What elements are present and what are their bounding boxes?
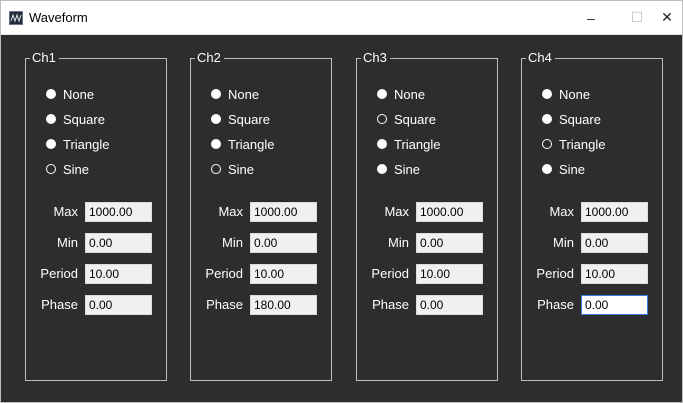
radio-label: None [394,86,426,102]
radio-label: Square [394,111,436,127]
period-label: Period [371,266,409,281]
phase-input[interactable] [581,295,648,315]
phase-label: Phase [41,297,78,312]
channel-group-2: Ch2 None Square Triangle Sine Max Min Pe… [190,50,332,381]
period-input[interactable] [581,264,648,284]
min-input[interactable] [250,233,317,253]
radio-label: Triangle [228,136,275,152]
radio-indicator [542,89,552,99]
radio-square[interactable]: Square [211,110,270,128]
radio-triangle[interactable]: Triangle [46,135,109,153]
radio-indicator [542,114,552,124]
radio-none[interactable]: None [377,85,425,103]
radio-label: None [63,86,95,102]
channel-group-4: Ch4 None Square Triangle Sine Max Min Pe… [521,50,663,381]
waveform-app-icon [9,11,23,25]
period-input[interactable] [416,264,483,284]
radio-label: None [228,86,260,102]
window-title: Waveform [29,10,88,25]
radio-label: None [559,86,591,102]
group-title: Ch2 [195,50,224,66]
channel-group-1: Ch1 None Square Triangle Sine Max Min Pe… [25,50,167,381]
max-label: Max [384,204,409,219]
radio-indicator [211,139,221,149]
radio-none[interactable]: None [211,85,259,103]
radio-square[interactable]: Square [542,110,601,128]
radio-triangle[interactable]: Triangle [377,135,440,153]
radio-triangle[interactable]: Triangle [211,135,274,153]
phase-label: Phase [537,297,574,312]
title-bar[interactable]: Waveform – ☐ ✕ [1,1,682,35]
radio-label: Sine [228,161,255,177]
radio-indicator [46,89,56,99]
radio-none[interactable]: None [46,85,94,103]
min-label: Min [57,235,78,250]
maximize-icon: ☐ [630,9,644,25]
radio-indicator [46,114,56,124]
radio-indicator [377,114,387,124]
phase-input[interactable] [85,295,152,315]
max-label: Max [53,204,78,219]
radio-indicator [211,114,221,124]
group-title: Ch1 [30,50,59,66]
min-input[interactable] [85,233,152,253]
radio-indicator [377,139,387,149]
channel-group-3: Ch3 None Square Triangle Sine Max Min Pe… [356,50,498,381]
radio-indicator [377,89,387,99]
minimize-button[interactable]: – [568,1,614,34]
phase-input[interactable] [416,295,483,315]
max-input[interactable] [416,202,483,222]
close-button[interactable]: ✕ [649,1,683,34]
radio-square[interactable]: Square [377,110,436,128]
phase-input[interactable] [250,295,317,315]
radio-square[interactable]: Square [46,110,105,128]
max-label: Max [218,204,243,219]
phase-label: Phase [206,297,243,312]
radio-label: Triangle [559,136,606,152]
close-icon: ✕ [661,9,673,25]
min-label: Min [388,235,409,250]
radio-label: Sine [63,161,90,177]
radio-label: Triangle [63,136,110,152]
channel-panel: Ch1 None Square Triangle Sine Max Min Pe… [1,35,682,402]
radio-label: Sine [394,161,421,177]
min-input[interactable] [416,233,483,253]
radio-sine[interactable]: Sine [377,160,420,178]
group-title: Ch4 [526,50,555,66]
radio-indicator [542,164,552,174]
minimize-icon: – [587,9,595,26]
max-label: Max [549,204,574,219]
radio-label: Sine [559,161,586,177]
group-title: Ch3 [361,50,390,66]
min-label: Min [553,235,574,250]
period-label: Period [536,266,574,281]
radio-label: Square [63,111,105,127]
radio-label: Square [559,111,601,127]
period-input[interactable] [85,264,152,284]
radio-none[interactable]: None [542,85,590,103]
min-label: Min [222,235,243,250]
radio-sine[interactable]: Sine [542,160,585,178]
radio-indicator [542,139,552,149]
max-input[interactable] [581,202,648,222]
radio-indicator [377,164,387,174]
radio-indicator [46,164,56,174]
min-input[interactable] [581,233,648,253]
period-label: Period [205,266,243,281]
radio-label: Square [228,111,270,127]
radio-triangle[interactable]: Triangle [542,135,605,153]
radio-indicator [46,139,56,149]
period-input[interactable] [250,264,317,284]
phase-label: Phase [372,297,409,312]
max-input[interactable] [85,202,152,222]
radio-indicator [211,164,221,174]
max-input[interactable] [250,202,317,222]
radio-sine[interactable]: Sine [211,160,254,178]
radio-label: Triangle [394,136,441,152]
period-label: Period [40,266,78,281]
waveform-window: Waveform – ☐ ✕ Ch1 None Square Triangle … [0,0,683,403]
radio-sine[interactable]: Sine [46,160,89,178]
radio-indicator [211,89,221,99]
